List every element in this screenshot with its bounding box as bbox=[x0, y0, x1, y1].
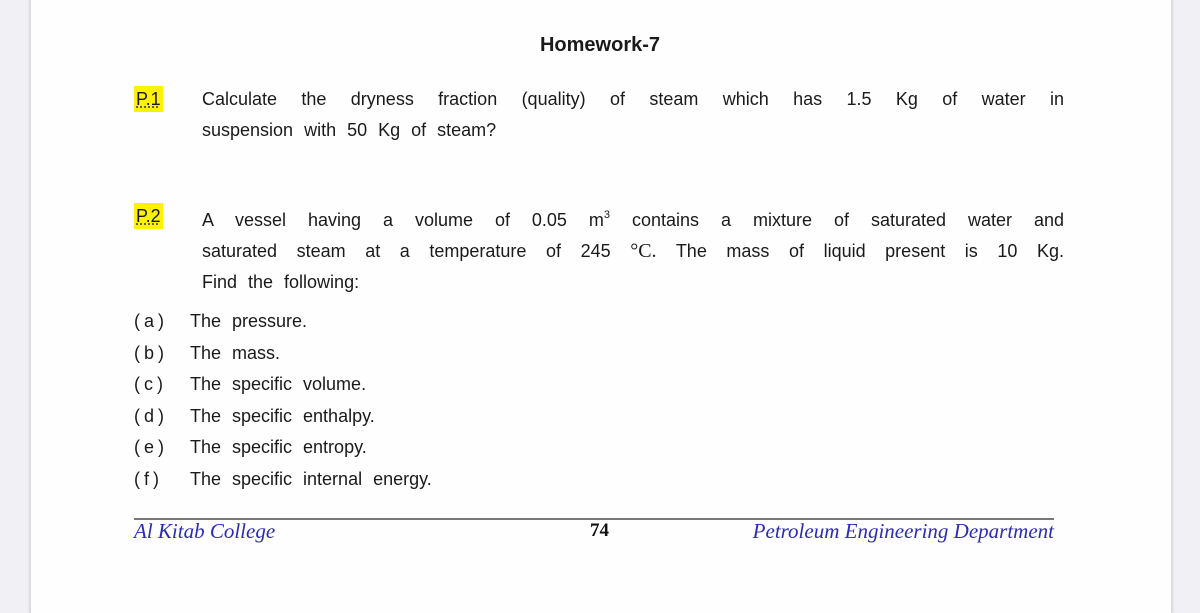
superscript-3: 3 bbox=[603, 209, 611, 221]
page-number: 74 bbox=[590, 520, 609, 541]
item-letter: (f) bbox=[134, 468, 163, 489]
item-text: The specific internal energy. bbox=[190, 468, 432, 489]
problem-2-subitems: (a) The pressure. (b) The mass. (c) The spe… bbox=[134, 306, 432, 495]
item-text: The specific entropy. bbox=[190, 437, 367, 457]
item-letter: (e) bbox=[134, 437, 168, 457]
problem-2-line-2: saturated steam at a temperature of 245 … bbox=[202, 236, 1064, 267]
problem-2-line-3: Find the following: bbox=[202, 272, 360, 292]
p2-line2-post: The mass of liquid present is 10 Kg. bbox=[675, 241, 1064, 261]
problem-label-p1: P.1 bbox=[134, 86, 163, 112]
list-item: (e) The specific entropy. bbox=[134, 432, 432, 464]
problem-2-line-1: A vessel having a volume of 0.05 m3 cont… bbox=[202, 200, 1064, 236]
problem-1-line-2: suspension with 50 Kg of steam? bbox=[202, 120, 497, 140]
item-text: The mass. bbox=[190, 342, 281, 363]
p2-line1-pre: A vessel having a volume of 0.05 m bbox=[202, 210, 604, 230]
footer-college-name: Al Kitab College bbox=[134, 519, 276, 543]
p2-line1-post: contains a mixture of saturated water an… bbox=[632, 210, 1064, 230]
p2-line2-pre: saturated steam at a temperature of 245 bbox=[202, 241, 611, 261]
problem-1-line-1: Calculate the dryness fraction (quality)… bbox=[202, 89, 1064, 109]
item-letter: (c) bbox=[134, 374, 167, 394]
list-item: (f) The specific internal energy. bbox=[134, 464, 432, 496]
item-letter: (b) bbox=[134, 342, 168, 363]
list-item: (c) The specific volume. bbox=[134, 369, 432, 401]
item-letter: (a) bbox=[134, 311, 168, 331]
item-letter: (d) bbox=[134, 405, 168, 426]
list-item: (d) The specific enthalpy. bbox=[134, 401, 432, 433]
problem-1-text: Calculate the dryness fraction (quality)… bbox=[202, 84, 1064, 146]
item-text: The pressure. bbox=[190, 311, 308, 331]
problem-2-text: A vessel having a volume of 0.05 m3 cont… bbox=[202, 200, 1064, 298]
problem-label-p2: P.2 bbox=[134, 203, 163, 229]
item-text: The specific enthalpy. bbox=[190, 405, 375, 426]
item-text: The specific volume. bbox=[190, 374, 367, 394]
degree-celsius: °C. bbox=[630, 240, 657, 262]
list-item: (b) The mass. bbox=[134, 338, 432, 370]
footer-department: Petroleum Engineering Department bbox=[752, 519, 1054, 543]
page-title: Homework-7 bbox=[539, 34, 661, 56]
list-item: (a) The pressure. bbox=[134, 306, 432, 338]
